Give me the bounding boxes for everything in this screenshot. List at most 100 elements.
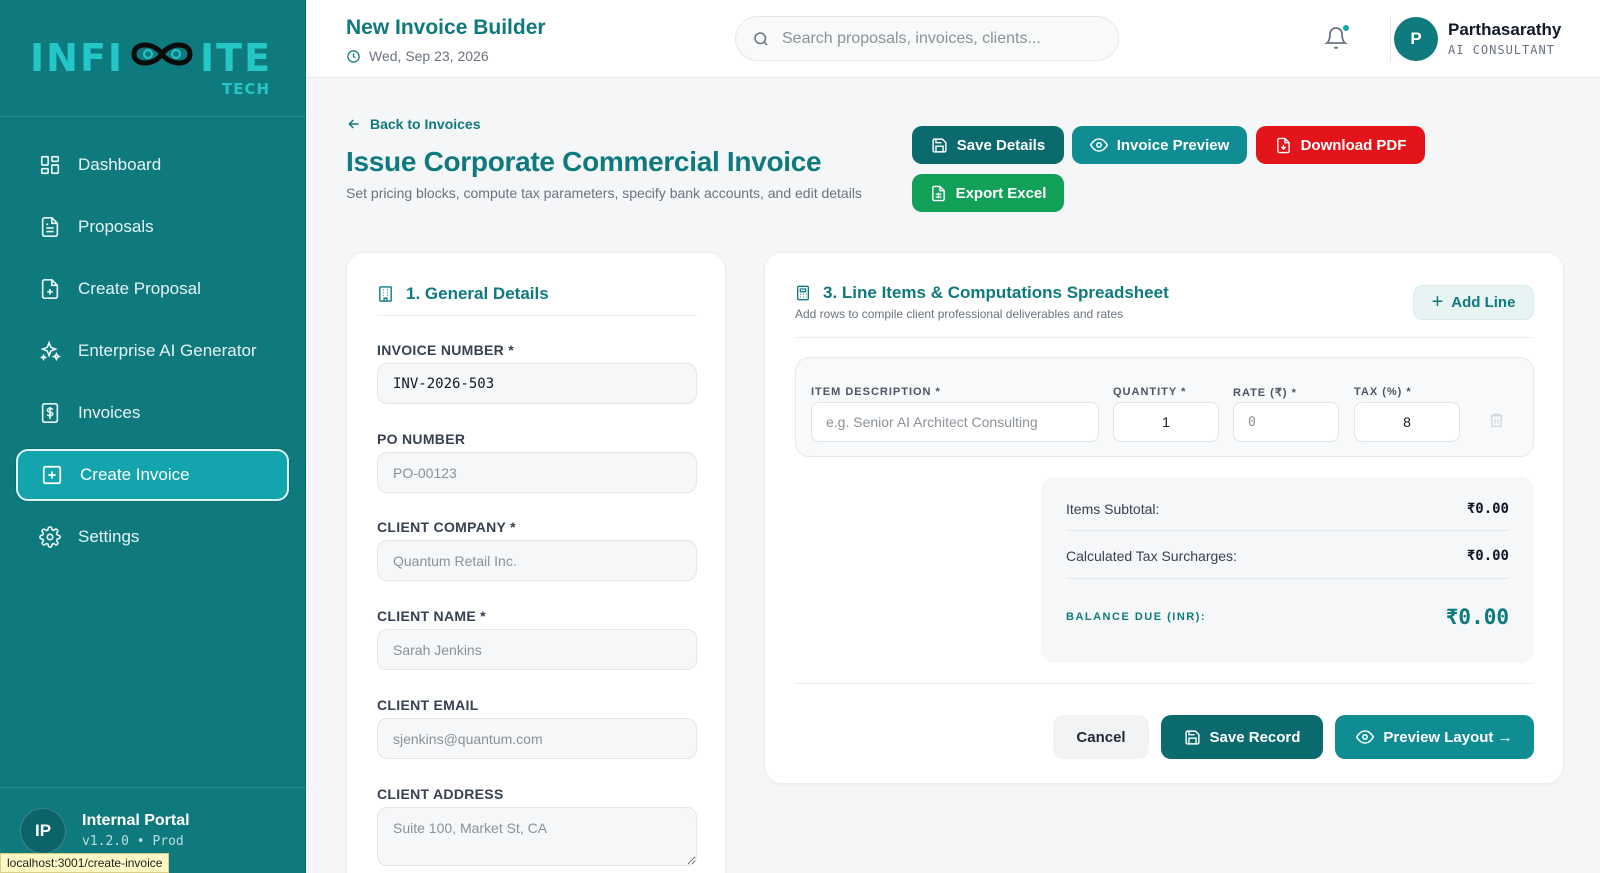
file-download-icon bbox=[1276, 137, 1290, 153]
add-line-label: Add Line bbox=[1451, 294, 1516, 311]
client-email-label: CLIENT EMAIL bbox=[377, 697, 479, 713]
sidebar-item-label: Invoices bbox=[78, 403, 141, 422]
sidebar-item-label: Dashboard bbox=[78, 155, 162, 174]
trash-icon[interactable] bbox=[1488, 411, 1505, 434]
line-items-title: 3. Line Items & Computations Spreadsheet bbox=[795, 283, 1169, 303]
topbar: New Invoice Builder Wed, Sep 23, 2026 P … bbox=[306, 0, 1600, 78]
date-text: Wed, Sep 23, 2026 bbox=[369, 48, 489, 64]
invoice-preview-button[interactable]: Invoice Preview bbox=[1072, 126, 1247, 164]
gear-icon bbox=[38, 525, 62, 549]
sidebar-item-enterprise-ai-generator[interactable]: Enterprise AI Generator bbox=[16, 325, 289, 377]
client-address-textarea[interactable] bbox=[377, 807, 697, 866]
invoice-preview-label: Invoice Preview bbox=[1116, 136, 1230, 154]
save-details-label: Save Details bbox=[956, 136, 1046, 154]
sidebar-nav: Dashboard Proposals Create Proposal Ente… bbox=[0, 117, 305, 563]
avatar: IP bbox=[20, 807, 66, 854]
arrow-left-icon bbox=[348, 119, 359, 129]
sidebar-item-proposals[interactable]: Proposals bbox=[16, 201, 289, 253]
add-line-button[interactable]: + Add Line bbox=[1413, 285, 1534, 320]
totals-panel: Items Subtotal: ₹0.00 Calculated Tax Sur… bbox=[1041, 477, 1534, 663]
back-to-invoices-link[interactable]: Back to Invoices bbox=[346, 116, 481, 132]
save-details-button[interactable]: Save Details bbox=[912, 126, 1064, 164]
search-bar[interactable] bbox=[735, 16, 1119, 61]
client-email-input[interactable] bbox=[377, 718, 697, 759]
totals-divider bbox=[1066, 530, 1509, 531]
po-number-label: PO NUMBER bbox=[377, 431, 466, 447]
sidebar-item-settings[interactable]: Settings bbox=[16, 511, 289, 563]
user-role: AI CONSULTANT bbox=[1448, 43, 1555, 57]
sidebar-item-label: Proposals bbox=[78, 217, 154, 236]
calculator-icon bbox=[797, 285, 809, 301]
cancel-button[interactable]: Cancel bbox=[1053, 715, 1149, 759]
preview-layout-label: Preview Layout → bbox=[1383, 728, 1513, 746]
page-header-title: New Invoice Builder bbox=[346, 16, 546, 39]
section-title-text: 3. Line Items & Computations Spreadsheet bbox=[823, 283, 1169, 302]
balance-due-value: ₹0.00 bbox=[1445, 605, 1509, 629]
save-icon bbox=[932, 137, 947, 153]
footer-divider bbox=[795, 683, 1534, 684]
section-title-text: 1. General Details bbox=[406, 284, 549, 303]
notifications-button[interactable] bbox=[1324, 24, 1350, 52]
user-avatar[interactable]: P bbox=[1394, 17, 1438, 61]
general-details-card: 1. General Details INVOICE NUMBER * PO N… bbox=[346, 252, 726, 873]
search-icon bbox=[754, 31, 768, 46]
logo-wordmark: INFI ITE TECH bbox=[30, 36, 273, 98]
sidebar-item-invoices[interactable]: Invoices bbox=[16, 387, 289, 439]
sparkles-icon bbox=[38, 339, 62, 363]
notification-dot bbox=[1342, 24, 1350, 32]
download-pdf-button[interactable]: Download PDF bbox=[1256, 126, 1425, 164]
save-icon bbox=[1184, 729, 1200, 745]
dollar-receipt-icon bbox=[38, 401, 62, 425]
client-name-input[interactable] bbox=[377, 629, 697, 670]
eye-icon bbox=[1089, 138, 1108, 152]
status-url-tooltip: localhost:3001/create-invoice bbox=[0, 853, 170, 873]
save-record-button[interactable]: Save Record bbox=[1161, 715, 1323, 759]
page-title: Issue Corporate Commercial Invoice bbox=[346, 146, 822, 177]
quantity-input[interactable] bbox=[1113, 402, 1219, 442]
export-excel-button[interactable]: Export Excel bbox=[912, 174, 1064, 212]
tax-input[interactable] bbox=[1354, 402, 1460, 442]
save-record-label: Save Record bbox=[1209, 728, 1301, 746]
dashboard-grid-icon bbox=[38, 153, 62, 177]
sidebar-item-dashboard[interactable]: Dashboard bbox=[16, 139, 289, 191]
client-company-input[interactable] bbox=[377, 540, 697, 581]
document-plus-icon bbox=[38, 277, 62, 301]
sidebar-item-label: Enterprise AI Generator bbox=[78, 341, 257, 360]
item-description-input[interactable] bbox=[811, 402, 1099, 442]
user-name: Parthasarathy bbox=[1448, 20, 1562, 39]
logo-left-text: INFI bbox=[30, 36, 125, 80]
back-label: Back to Invoices bbox=[370, 116, 481, 132]
version-label: v1.2.0 • Prod bbox=[82, 834, 184, 849]
balance-row: BALANCE DUE (INR): ₹0.00 bbox=[1066, 605, 1509, 629]
po-number-input[interactable] bbox=[377, 452, 697, 493]
spreadsheet-file-icon bbox=[931, 185, 945, 201]
rate-input[interactable] bbox=[1233, 402, 1339, 442]
sidebar-item-create-proposal[interactable]: Create Proposal bbox=[16, 263, 289, 315]
search-input[interactable] bbox=[782, 29, 1102, 48]
building-icon bbox=[379, 286, 392, 302]
infinity-logo-icon bbox=[126, 36, 198, 80]
sidebar-item-create-invoice[interactable]: Create Invoice bbox=[16, 449, 289, 501]
invoice-number-input[interactable] bbox=[377, 363, 697, 404]
line-items-card: 3. Line Items & Computations Spreadsheet… bbox=[764, 252, 1564, 784]
section-divider bbox=[795, 337, 1534, 338]
download-pdf-label: Download PDF bbox=[1300, 136, 1407, 154]
client-company-label: CLIENT COMPANY * bbox=[377, 519, 516, 535]
line-item-row: ITEM DESCRIPTION * QUANTITY * RATE (₹) *… bbox=[795, 357, 1534, 457]
plus-square-icon bbox=[40, 463, 64, 487]
line-items-subtitle: Add rows to compile client professional … bbox=[795, 307, 1124, 321]
page-subtitle: Set pricing blocks, compute tax paramete… bbox=[346, 185, 862, 201]
section-divider bbox=[377, 315, 697, 316]
logo-right-text: ITE bbox=[200, 36, 273, 80]
subtotal-value: ₹0.00 bbox=[1466, 501, 1509, 517]
brand-logo[interactable]: INFI ITE TECH bbox=[0, 0, 305, 117]
preview-layout-button[interactable]: Preview Layout → bbox=[1335, 715, 1534, 759]
tax-total-label: Calculated Tax Surcharges: bbox=[1066, 548, 1237, 564]
topbar-divider bbox=[1390, 16, 1391, 62]
logo-subtext: TECH bbox=[222, 80, 271, 98]
totals-divider bbox=[1066, 578, 1509, 579]
export-excel-label: Export Excel bbox=[955, 184, 1047, 202]
clock-icon bbox=[347, 49, 360, 63]
col-tax-label: TAX (%) * bbox=[1354, 386, 1412, 398]
col-quantity-label: QUANTITY * bbox=[1113, 386, 1187, 398]
